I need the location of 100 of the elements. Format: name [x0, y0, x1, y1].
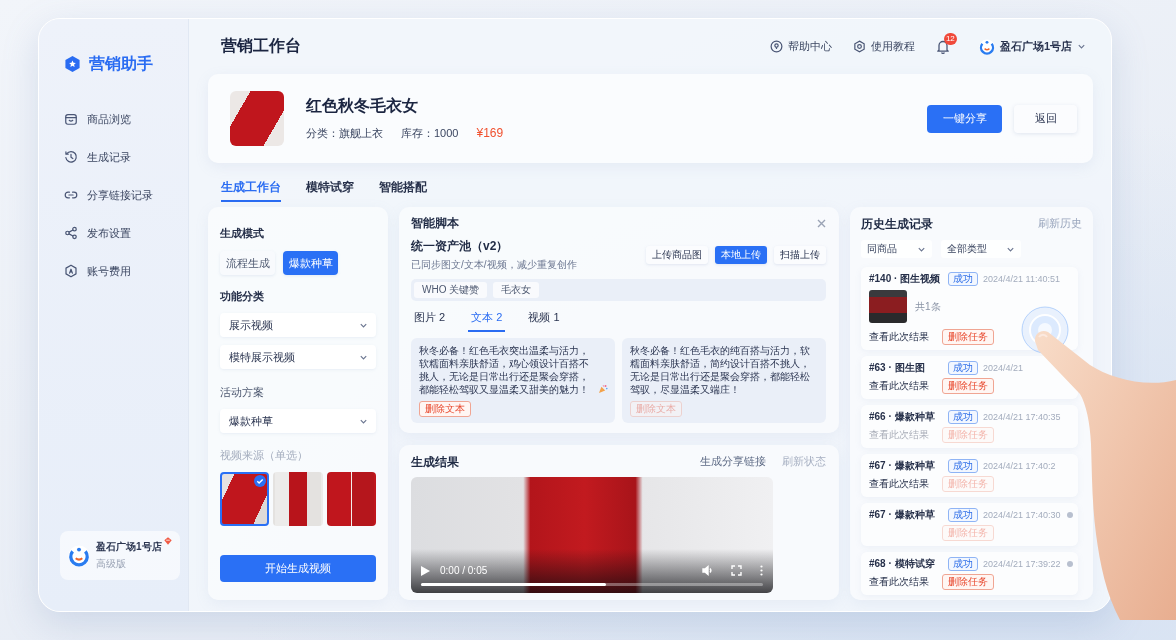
asset-pool-title: 统一资产池（v2） — [411, 238, 509, 255]
bag-icon — [64, 112, 78, 126]
mode-button[interactable]: 流程生成 — [220, 251, 275, 275]
photo-placeholder — [869, 290, 907, 323]
more-icon[interactable] — [760, 565, 763, 576]
view-result-link[interactable]: 查看此次结果 — [869, 378, 929, 393]
panel-title: 生成结果 — [411, 454, 459, 469]
product-name: 红色秋冬毛衣女 — [306, 96, 418, 116]
product-price: ¥169 — [476, 126, 504, 140]
store-logo-icon — [978, 38, 995, 55]
panel-link[interactable]: 生成分享链接 — [700, 454, 766, 469]
status-tag: 成功 — [948, 409, 978, 424]
header-link[interactable]: 使用教程 — [852, 39, 915, 54]
tab[interactable]: 生成工作台 — [221, 173, 281, 202]
app-logo-text: 营销助手 — [89, 53, 153, 74]
keyword-chip[interactable]: 毛衣女 — [493, 282, 540, 298]
dropdown[interactable]: 爆款种草 — [220, 409, 376, 433]
record-time: 2024/4/21 17:40:35 — [983, 411, 1061, 422]
product-stock: 库存：1000 — [401, 126, 459, 141]
status-tag: 成功 — [948, 360, 978, 375]
tab[interactable]: 模特试穿 — [306, 173, 354, 202]
photo-placeholder[interactable] — [326, 472, 376, 526]
account-plan: 高级版 — [96, 557, 127, 571]
record-title: #140 · 图生视频 — [869, 271, 942, 286]
sidebar-item[interactable]: 账号费用 — [64, 252, 131, 290]
filter-dropdown[interactable]: 全部类型 — [941, 240, 1021, 258]
record-time: 2024/4/21 17:39:22 — [983, 558, 1061, 569]
mode-button[interactable]: 爆款种草 — [283, 251, 338, 275]
page-title: 营销工作台 — [221, 36, 301, 56]
dropdown[interactable]: 模特展示视频 — [220, 345, 376, 369]
sidebar-item[interactable]: 发布设置 — [64, 214, 131, 252]
asset-tab[interactable]: 视频 1 — [525, 308, 563, 332]
history-icon — [64, 150, 78, 164]
delete-text-button[interactable]: 删除文本 — [419, 401, 471, 417]
status-tag: 成功 — [948, 458, 978, 473]
view-result-link[interactable]: 查看此次结果 — [869, 574, 929, 589]
asset-tab[interactable]: 文本 2 — [468, 308, 506, 332]
play-icon[interactable] — [421, 565, 430, 576]
sidebar-item[interactable]: 商品浏览 — [64, 100, 131, 138]
chevron-down-icon — [1077, 42, 1086, 51]
share-icon — [64, 226, 78, 240]
photo-placeholder[interactable] — [273, 472, 323, 526]
volume-icon[interactable] — [702, 565, 713, 576]
share-button[interactable]: 一键分享 — [927, 104, 1002, 133]
store-logo-icon — [68, 544, 90, 567]
delete-task-button[interactable]: 删除任务 — [942, 573, 994, 590]
product-category: 分类：旗舰上衣 — [306, 126, 383, 141]
view-result-link[interactable]: 查看此次结果 — [869, 329, 929, 344]
video-time: 0:00 / 0:05 — [440, 565, 488, 576]
panel-title: 智能脚本 — [411, 216, 459, 230]
record-count: 共1条 — [915, 299, 941, 314]
asset-tab[interactable]: 图片 2 — [411, 308, 449, 332]
filter-dropdown[interactable]: 同商品 — [861, 240, 932, 258]
record-title: #68 · 模特试穿 — [869, 556, 936, 571]
photo-placeholder — [230, 91, 284, 146]
section-label: 活动方案 — [220, 386, 264, 399]
bell-icon[interactable] — [935, 39, 950, 54]
generate-video-button[interactable]: 开始生成视频 — [220, 555, 376, 582]
hexagon-icon — [64, 264, 78, 278]
record-title: #63 · 图生图 — [869, 360, 926, 375]
dropdown[interactable]: 展示视频 — [220, 313, 376, 337]
delete-task-button[interactable]: 删除任务 — [942, 377, 994, 394]
header-link[interactable]: 帮助中心 — [769, 39, 832, 54]
script-text: 秋冬必备！红色毛衣的纯百搭与活力，软糯面料亲肤舒适，简约设计百搭不挑人，无论是日常出行还是聚会穿搭，都能轻松驾驭，尽显温柔又端庄！ — [630, 344, 811, 396]
history-record-card[interactable]: #67 · 爆款种草 成功 2024/4/21 17:40:2 查看此次结果 删除任务 — [861, 454, 1078, 497]
status-tag: 成功 — [948, 556, 978, 571]
keyword-chip[interactable]: WHO 关键赞 — [414, 282, 488, 298]
delete-task-button[interactable]: 删除任务 — [942, 328, 994, 345]
history-record-card[interactable]: #140 · 图生视频 成功 2024/4/21 11:40:51 共1条 查看此次结果 删除任务 — [861, 267, 1078, 350]
view-result-link[interactable]: 查看此次结果 — [869, 476, 929, 491]
photo-placeholder[interactable] — [220, 472, 270, 526]
history-record-card[interactable]: #63 · 图生图 成功 2024/4/21 查看此次结果 删除任务 — [861, 356, 1078, 399]
section-label: 功能分类 — [220, 290, 264, 303]
logo-icon — [64, 55, 81, 73]
status-tag: 成功 — [948, 271, 978, 286]
history-record-card[interactable]: #67 · 爆款种草 成功 2024/4/21 17:40:30 删除任务 — [861, 503, 1078, 546]
help-icon — [769, 40, 783, 53]
upload-button[interactable]: 本地上传 — [715, 246, 767, 264]
history-record-card[interactable]: #68 · 模特试穿 成功 2024/4/21 17:39:22 查看此次结果 删除任务 — [861, 552, 1078, 595]
upload-button[interactable]: 上传商品图 — [646, 246, 708, 264]
record-time: 2024/4/21 11:40:51 — [983, 273, 1060, 284]
back-button[interactable]: 返回 — [1014, 104, 1077, 133]
record-title: #67 · 爆款种草 — [869, 507, 936, 522]
fullscreen-icon[interactable] — [731, 565, 742, 576]
asset-pool-subtitle: 已同步图文/文本/视频，减少重复创作 — [411, 258, 577, 272]
record-title: #66 · 爆款种草 — [869, 409, 936, 424]
script-text: 秋冬必备！红色毛衣突出温柔与活力，软糯面料亲肤舒适，鸡心领设计百搭不挑人，无论是日常出行还是聚会穿搭，都能轻松驾驭又显温柔又甜美的魅力！ — [419, 344, 590, 396]
sidebar-item[interactable]: 生成记录 — [64, 138, 131, 176]
progress-track[interactable] — [421, 583, 763, 586]
sidebar-item[interactable]: 分享链接记录 — [64, 176, 153, 214]
status-tag: 成功 — [948, 507, 978, 522]
record-time: 2024/4/21 — [983, 362, 1024, 373]
user-menu[interactable]: 盈石广场1号店 — [978, 38, 1086, 55]
section-label: 视频来源（单选） — [220, 449, 308, 462]
tab[interactable]: 智能搭配 — [379, 173, 427, 202]
check-icon — [254, 475, 267, 487]
section-label: 生成模式 — [220, 227, 264, 240]
upload-button[interactable]: 扫描上传 — [774, 246, 826, 264]
account-card[interactable]: 盈石广场1号店 高级版 — [60, 531, 180, 580]
diamond-badge-icon — [163, 537, 172, 545]
